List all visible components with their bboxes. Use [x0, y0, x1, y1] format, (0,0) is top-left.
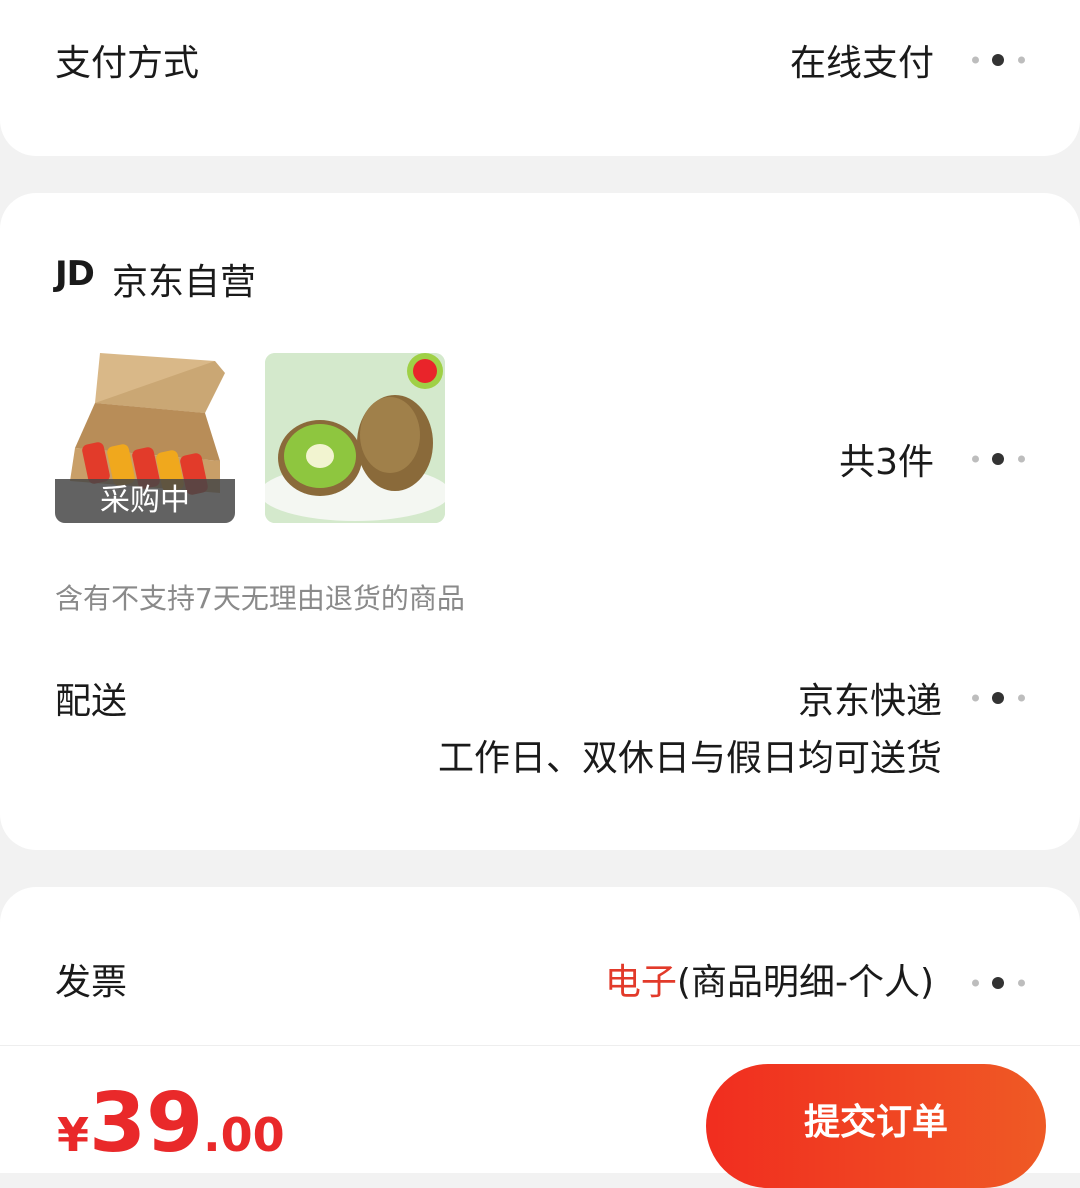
currency-symbol: ¥: [57, 1108, 90, 1162]
shop-card: JD 京东自营 采购中 共3件 含有不支持7天无理由退货的商品 配送 京东快递 …: [0, 193, 1080, 850]
more-dots-icon[interactable]: [972, 53, 1026, 67]
price-decimal: .00: [203, 1108, 285, 1162]
status-badge: 采购中: [55, 479, 235, 523]
delivery-carrier[interactable]: 京东快递: [798, 684, 942, 720]
payment-value: 在线支付: [789, 43, 934, 84]
more-dots-icon[interactable]: [972, 452, 1026, 466]
delivery-label: 配送: [55, 681, 128, 722]
payment-label: 支付方式: [55, 43, 200, 84]
submit-order-button[interactable]: 提交订单: [706, 1064, 1046, 1188]
return-policy-notice: 含有不支持7天无理由退货的商品: [55, 582, 465, 615]
item-count: 共3件: [839, 442, 934, 483]
product-thumbnail[interactable]: 采购中: [55, 353, 235, 523]
more-dots-icon[interactable]: [972, 691, 1026, 705]
invoice-value: 电子(商品明细-个人): [605, 965, 934, 1001]
payment-card[interactable]: 支付方式 在线支付: [0, 0, 1080, 156]
invoice-detail: (商品明细-个人): [676, 962, 934, 1003]
delivery-schedule: 工作日、双休日与假日均可送货: [437, 738, 942, 779]
more-dots-icon[interactable]: [972, 976, 1026, 990]
product-thumbnail[interactable]: [265, 353, 445, 523]
checkout-bar: ¥39.00 提交订单: [0, 1045, 1080, 1188]
shop-name: 京东自营: [112, 262, 257, 303]
jd-logo: JD: [55, 254, 95, 294]
invoice-type: 电子: [604, 962, 677, 1003]
price-integer: 39: [89, 1076, 204, 1171]
kiwi-image: [265, 353, 445, 523]
total-price: ¥39.00: [57, 1076, 285, 1171]
invoice-label: 发票: [55, 962, 128, 1003]
